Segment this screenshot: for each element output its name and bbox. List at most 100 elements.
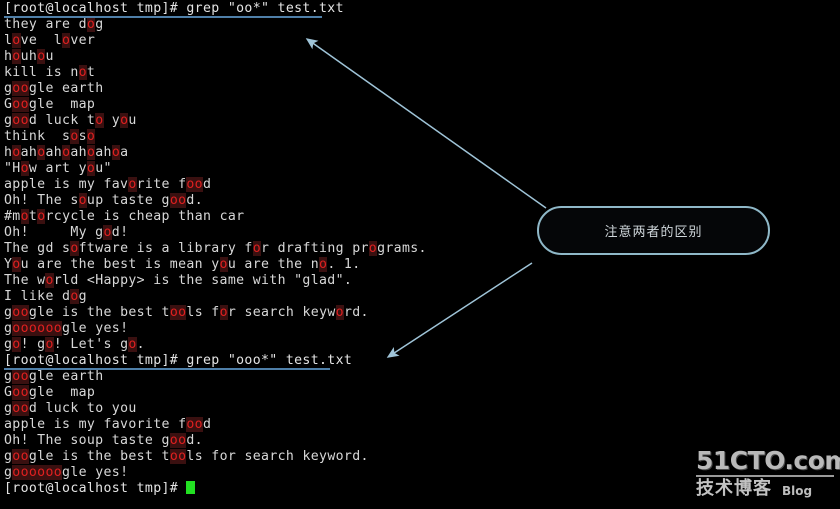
output-text: . [136, 337, 145, 352]
terminal-output-line: good luck to you [4, 401, 840, 417]
grep-match: o [86, 129, 96, 144]
terminal-output-line: google earth [4, 369, 840, 385]
grep-match: oo [12, 305, 29, 320]
terminal-output-line: Oh! The soup taste good. [4, 193, 840, 209]
grep-match: oooooo [12, 465, 63, 480]
grep-match: oo [12, 449, 29, 464]
grep-match: o [111, 145, 121, 160]
shell-prompt: [root@localhost tmp]# [4, 481, 187, 496]
terminal-output-line: Google map [4, 385, 840, 401]
terminal-output-line: "How art you" [4, 161, 840, 177]
command-underline [4, 16, 322, 18]
output-text: kill is n [4, 65, 79, 80]
terminal-output-line: kill is not [4, 65, 840, 81]
terminal-output-line: houhou [4, 49, 840, 65]
grep-match: oooooo [12, 321, 63, 336]
output-text: I like d [4, 289, 71, 304]
grep-match: o [20, 209, 29, 224]
terminal-output-line: google earth [4, 81, 840, 97]
output-text: ah [20, 145, 38, 160]
shell-command: grep "oo*" test.txt [186, 1, 344, 16]
output-text: d luck to you [28, 401, 137, 416]
terminal-output-line: Google map [4, 97, 840, 113]
output-text: t [28, 209, 38, 224]
grep-match: oo [12, 113, 29, 128]
output-text: u [45, 49, 54, 64]
output-text: d. [186, 433, 203, 448]
grep-match: o [252, 241, 262, 256]
terminal-output-line: The world <Happy> is the same with "glad… [4, 273, 840, 289]
output-text: The gd s [4, 241, 71, 256]
output-text: u [128, 113, 137, 128]
grep-match: o [95, 113, 104, 128]
grep-match: oo [169, 433, 187, 448]
grep-match: oo [186, 417, 203, 432]
grep-match: o [20, 161, 29, 176]
output-text: g [78, 289, 87, 304]
output-text: d. [186, 193, 203, 208]
watermark-divider [696, 475, 834, 477]
terminal-output-line: Oh! My god! [4, 225, 840, 241]
grep-match: oo [12, 369, 29, 384]
terminal-output-line: google is the best tools for search keyw… [4, 305, 840, 321]
grep-match: o [368, 241, 378, 256]
output-text: ve l [20, 33, 63, 48]
grep-match: o [86, 161, 96, 176]
output-text: apple is my favorite f [4, 417, 187, 432]
output-text: a [120, 145, 129, 160]
output-text: think s [4, 129, 71, 144]
output-text: Oh! The s [4, 193, 79, 208]
output-text: s [78, 129, 87, 144]
grep-match: o [12, 49, 21, 64]
watermark-site: 51CTO.com [696, 446, 840, 475]
terminal-cursor[interactable] [186, 481, 196, 494]
terminal-output-line: think soso [4, 129, 840, 145]
output-text: uh [20, 49, 38, 64]
output-text: rld <Happy> is the same with "glad". [53, 273, 353, 288]
grep-match: o [219, 257, 228, 272]
output-text: rd. [343, 305, 369, 320]
output-text: d luck t [28, 113, 96, 128]
output-text: ! Let's g [53, 337, 129, 352]
output-text: ah [70, 145, 87, 160]
output-text: ah [95, 145, 112, 160]
output-text: u are the n [227, 257, 320, 272]
output-text: gle yes! [62, 321, 129, 336]
terminal-output-line: love lover [4, 33, 840, 49]
output-text: Oh! My g [4, 225, 104, 240]
output-text: up taste g [86, 193, 170, 208]
output-text: . 1. [327, 257, 361, 272]
output-text: gle map [28, 385, 96, 400]
output-text: r search keyw [227, 305, 336, 320]
output-text: The w [4, 273, 46, 288]
output-text: gle is the best t [28, 449, 170, 464]
grep-match: o [12, 145, 21, 160]
grep-match: oo [169, 305, 187, 320]
output-text: ! g [20, 337, 46, 352]
grep-match: o [45, 273, 54, 288]
grep-match: oo [12, 97, 29, 112]
grep-match: o [86, 17, 96, 32]
terminal-command-line: [root@localhost tmp]# grep "ooo*" test.t… [4, 353, 840, 369]
output-text: w art y [28, 161, 87, 176]
output-text: "H [4, 161, 21, 176]
terminal-output-line: You are the best is mean you are the no.… [4, 257, 840, 273]
output-text: gle earth [28, 81, 104, 96]
output-text: t [86, 65, 96, 80]
output-text: rite f [136, 177, 187, 192]
output-text: apple is my fav [4, 177, 129, 192]
grep-match: o [103, 225, 112, 240]
terminal-output-line: apple is my favorite food [4, 417, 840, 433]
terminal-output-line: I like dog [4, 289, 840, 305]
grep-match: oo [12, 401, 29, 416]
grep-match: oo [169, 449, 187, 464]
output-text: ls for search keyword. [186, 449, 369, 464]
output-text: ver [70, 33, 96, 48]
output-text: gle is the best t [28, 305, 170, 320]
output-text: #m [4, 209, 21, 224]
grep-match: o [70, 241, 79, 256]
grep-match: oo [12, 385, 29, 400]
grep-match: oo [186, 177, 203, 192]
terminal-output[interactable]: [root@localhost tmp]# grep "oo*" test.tx… [4, 1, 840, 497]
grep-match: o [12, 337, 21, 352]
